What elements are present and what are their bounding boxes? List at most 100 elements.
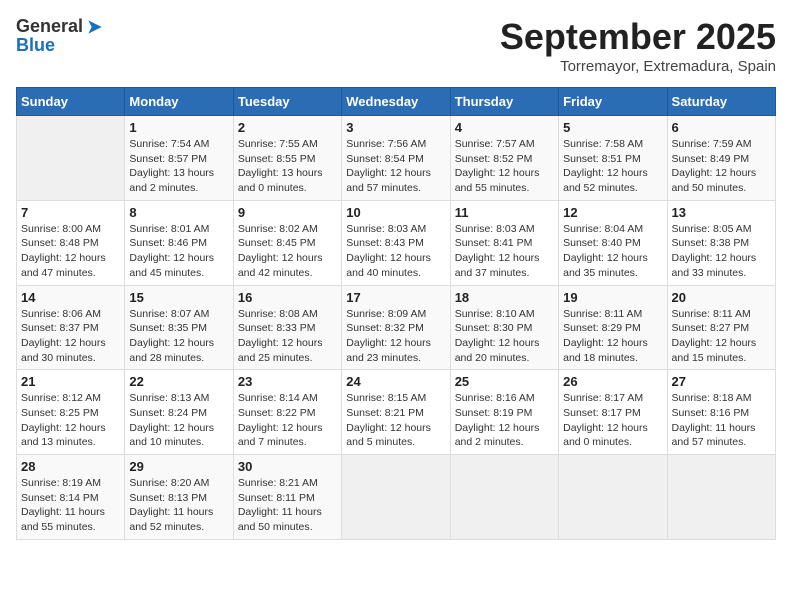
sunset-text: Sunset: 8:37 PM	[21, 322, 99, 334]
day-number: 19	[563, 290, 662, 305]
sunset-text: Sunset: 8:40 PM	[563, 237, 641, 249]
sunrise-text: Sunrise: 7:54 AM	[129, 138, 209, 150]
calendar-cell: 9 Sunrise: 8:02 AM Sunset: 8:45 PM Dayli…	[233, 200, 341, 285]
daylight-text: Daylight: 12 hours and 37 minutes.	[455, 252, 540, 279]
daylight-text: Daylight: 11 hours and 57 minutes.	[672, 422, 756, 449]
weekday-header-thursday: Thursday	[450, 88, 558, 116]
calendar-cell	[667, 455, 775, 540]
day-info: Sunrise: 8:11 AM Sunset: 8:27 PM Dayligh…	[672, 307, 771, 366]
daylight-text: Daylight: 12 hours and 45 minutes.	[129, 252, 214, 279]
sunset-text: Sunset: 8:14 PM	[21, 492, 99, 504]
day-number: 17	[346, 290, 445, 305]
sunrise-text: Sunrise: 8:16 AM	[455, 392, 535, 404]
daylight-text: Daylight: 12 hours and 30 minutes.	[21, 337, 106, 364]
calendar-cell: 8 Sunrise: 8:01 AM Sunset: 8:46 PM Dayli…	[125, 200, 233, 285]
weekday-header-friday: Friday	[559, 88, 667, 116]
sunset-text: Sunset: 8:51 PM	[563, 153, 641, 165]
sunset-text: Sunset: 8:29 PM	[563, 322, 641, 334]
day-number: 7	[21, 205, 120, 220]
day-info: Sunrise: 8:01 AM Sunset: 8:46 PM Dayligh…	[129, 222, 228, 281]
sunset-text: Sunset: 8:11 PM	[238, 492, 315, 504]
sunrise-text: Sunrise: 8:03 AM	[455, 223, 535, 235]
sunrise-text: Sunrise: 8:11 AM	[563, 308, 642, 320]
day-info: Sunrise: 8:04 AM Sunset: 8:40 PM Dayligh…	[563, 222, 662, 281]
day-number: 27	[672, 374, 771, 389]
day-number: 4	[455, 120, 554, 135]
day-info: Sunrise: 7:58 AM Sunset: 8:51 PM Dayligh…	[563, 137, 662, 196]
calendar-cell: 14 Sunrise: 8:06 AM Sunset: 8:37 PM Dayl…	[17, 285, 125, 370]
calendar-body: 1 Sunrise: 7:54 AM Sunset: 8:57 PM Dayli…	[17, 116, 776, 540]
day-info: Sunrise: 8:06 AM Sunset: 8:37 PM Dayligh…	[21, 307, 120, 366]
day-number: 3	[346, 120, 445, 135]
sunrise-text: Sunrise: 7:58 AM	[563, 138, 643, 150]
day-number: 12	[563, 205, 662, 220]
day-info: Sunrise: 7:59 AM Sunset: 8:49 PM Dayligh…	[672, 137, 771, 196]
sunset-text: Sunset: 8:45 PM	[238, 237, 316, 249]
calendar-week-row: 21 Sunrise: 8:12 AM Sunset: 8:25 PM Dayl…	[17, 370, 776, 455]
day-number: 24	[346, 374, 445, 389]
calendar-cell	[559, 455, 667, 540]
day-number: 28	[21, 459, 120, 474]
sunset-text: Sunset: 8:16 PM	[672, 407, 750, 419]
sunrise-text: Sunrise: 7:59 AM	[672, 138, 752, 150]
calendar-cell: 26 Sunrise: 8:17 AM Sunset: 8:17 PM Dayl…	[559, 370, 667, 455]
daylight-text: Daylight: 11 hours and 52 minutes.	[129, 506, 213, 533]
sunrise-text: Sunrise: 8:20 AM	[129, 477, 209, 489]
calendar-cell: 13 Sunrise: 8:05 AM Sunset: 8:38 PM Dayl…	[667, 200, 775, 285]
sunrise-text: Sunrise: 8:14 AM	[238, 392, 318, 404]
daylight-text: Daylight: 12 hours and 13 minutes.	[21, 422, 106, 449]
day-number: 1	[129, 120, 228, 135]
calendar-cell: 6 Sunrise: 7:59 AM Sunset: 8:49 PM Dayli…	[667, 116, 775, 201]
daylight-text: Daylight: 11 hours and 50 minutes.	[238, 506, 322, 533]
calendar-cell: 15 Sunrise: 8:07 AM Sunset: 8:35 PM Dayl…	[125, 285, 233, 370]
day-number: 29	[129, 459, 228, 474]
sunset-text: Sunset: 8:52 PM	[455, 153, 533, 165]
weekday-header-monday: Monday	[125, 88, 233, 116]
sunrise-text: Sunrise: 8:08 AM	[238, 308, 318, 320]
day-number: 14	[21, 290, 120, 305]
calendar-cell: 20 Sunrise: 8:11 AM Sunset: 8:27 PM Dayl…	[667, 285, 775, 370]
day-number: 9	[238, 205, 337, 220]
logo-arrow-icon	[85, 17, 105, 37]
sunrise-text: Sunrise: 8:13 AM	[129, 392, 209, 404]
calendar-cell: 21 Sunrise: 8:12 AM Sunset: 8:25 PM Dayl…	[17, 370, 125, 455]
daylight-text: Daylight: 12 hours and 18 minutes.	[563, 337, 648, 364]
sunset-text: Sunset: 8:35 PM	[129, 322, 207, 334]
daylight-text: Daylight: 12 hours and 33 minutes.	[672, 252, 757, 279]
day-number: 11	[455, 205, 554, 220]
day-number: 18	[455, 290, 554, 305]
sunset-text: Sunset: 8:33 PM	[238, 322, 316, 334]
day-info: Sunrise: 7:55 AM Sunset: 8:55 PM Dayligh…	[238, 137, 337, 196]
calendar-week-row: 1 Sunrise: 7:54 AM Sunset: 8:57 PM Dayli…	[17, 116, 776, 201]
day-number: 2	[238, 120, 337, 135]
calendar-cell: 4 Sunrise: 7:57 AM Sunset: 8:52 PM Dayli…	[450, 116, 558, 201]
day-info: Sunrise: 8:18 AM Sunset: 8:16 PM Dayligh…	[672, 391, 771, 450]
sunset-text: Sunset: 8:55 PM	[238, 153, 316, 165]
logo: General Blue	[16, 16, 105, 56]
day-number: 26	[563, 374, 662, 389]
day-info: Sunrise: 7:57 AM Sunset: 8:52 PM Dayligh…	[455, 137, 554, 196]
daylight-text: Daylight: 12 hours and 2 minutes.	[455, 422, 540, 449]
daylight-text: Daylight: 13 hours and 0 minutes.	[238, 167, 323, 194]
calendar-cell: 3 Sunrise: 7:56 AM Sunset: 8:54 PM Dayli…	[342, 116, 450, 201]
day-info: Sunrise: 8:14 AM Sunset: 8:22 PM Dayligh…	[238, 391, 337, 450]
day-number: 5	[563, 120, 662, 135]
day-info: Sunrise: 8:20 AM Sunset: 8:13 PM Dayligh…	[129, 476, 228, 535]
sunset-text: Sunset: 8:25 PM	[21, 407, 99, 419]
sunrise-text: Sunrise: 8:11 AM	[672, 308, 751, 320]
calendar-cell: 12 Sunrise: 8:04 AM Sunset: 8:40 PM Dayl…	[559, 200, 667, 285]
location-text: Torremayor, Extremadura, Spain	[500, 58, 776, 75]
daylight-text: Daylight: 12 hours and 52 minutes.	[563, 167, 648, 194]
day-info: Sunrise: 8:00 AM Sunset: 8:48 PM Dayligh…	[21, 222, 120, 281]
calendar-cell: 30 Sunrise: 8:21 AM Sunset: 8:11 PM Dayl…	[233, 455, 341, 540]
day-info: Sunrise: 8:03 AM Sunset: 8:41 PM Dayligh…	[455, 222, 554, 281]
calendar-cell: 27 Sunrise: 8:18 AM Sunset: 8:16 PM Dayl…	[667, 370, 775, 455]
calendar-cell: 19 Sunrise: 8:11 AM Sunset: 8:29 PM Dayl…	[559, 285, 667, 370]
day-info: Sunrise: 8:11 AM Sunset: 8:29 PM Dayligh…	[563, 307, 662, 366]
day-number: 25	[455, 374, 554, 389]
sunset-text: Sunset: 8:22 PM	[238, 407, 316, 419]
day-number: 21	[21, 374, 120, 389]
day-number: 6	[672, 120, 771, 135]
sunset-text: Sunset: 8:13 PM	[129, 492, 207, 504]
calendar-cell: 10 Sunrise: 8:03 AM Sunset: 8:43 PM Dayl…	[342, 200, 450, 285]
